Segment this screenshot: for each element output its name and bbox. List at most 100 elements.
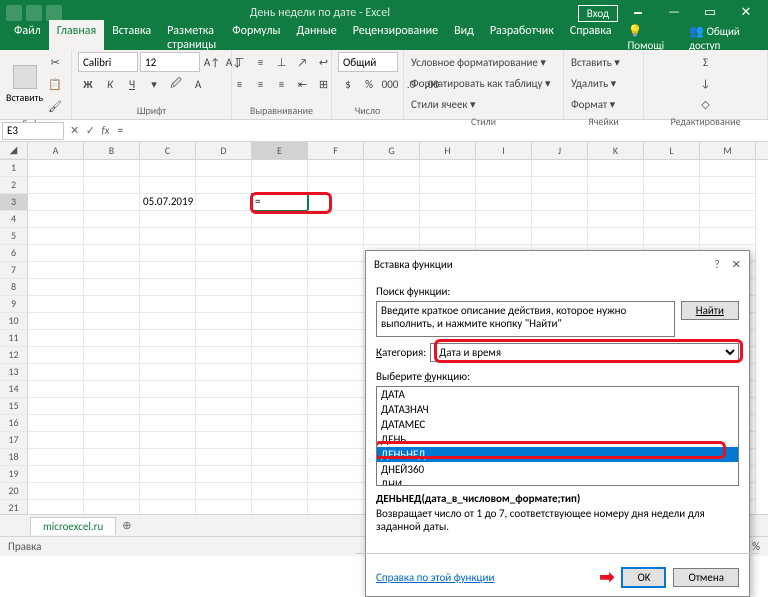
cell-C19[interactable] xyxy=(140,466,196,483)
cell-G2[interactable] xyxy=(364,177,420,194)
row-header-13[interactable]: 13 xyxy=(0,364,28,381)
cell-D12[interactable] xyxy=(196,347,252,364)
cell-L2[interactable] xyxy=(644,177,700,194)
align-left-icon[interactable]: ≡ xyxy=(230,74,250,94)
cell-M2[interactable] xyxy=(700,177,756,194)
row-header-21[interactable]: 21 xyxy=(0,500,28,514)
row-header-4[interactable]: 4 xyxy=(0,211,28,228)
cell-C1[interactable] xyxy=(140,160,196,177)
row-header-3[interactable]: 3 xyxy=(0,194,28,211)
font-btn-1[interactable]: К xyxy=(100,74,120,94)
cell-I5[interactable] xyxy=(476,228,532,245)
align-bottom-icon[interactable]: ⊥ xyxy=(272,52,292,72)
cell-M5[interactable] xyxy=(700,228,756,245)
cell-K5[interactable] xyxy=(588,228,644,245)
cell-F7[interactable] xyxy=(308,262,364,279)
currency-icon[interactable]: $ xyxy=(338,74,358,94)
col-header-D[interactable]: D xyxy=(196,142,252,159)
dialog-help-icon[interactable]: ? xyxy=(715,258,720,271)
formula-input[interactable]: = xyxy=(114,124,768,137)
cell-F19[interactable] xyxy=(308,466,364,483)
font-btn-4[interactable]: 🖉 xyxy=(166,74,186,94)
cell-B11[interactable] xyxy=(84,330,140,347)
cell-K1[interactable] xyxy=(588,160,644,177)
cut-icon[interactable]: ✂ xyxy=(45,52,65,72)
cell-E2[interactable] xyxy=(252,177,308,194)
name-box[interactable]: E3 xyxy=(2,122,64,140)
cell-B18[interactable] xyxy=(84,449,140,466)
cell-F10[interactable] xyxy=(308,313,364,330)
fn-item-ДЕНЬ[interactable]: ДЕНЬ xyxy=(377,432,738,447)
cell-I3[interactable] xyxy=(476,194,532,211)
cell-B16[interactable] xyxy=(84,415,140,432)
cell-E14[interactable] xyxy=(252,381,308,398)
cell-B6[interactable] xyxy=(84,245,140,262)
cell-A6[interactable] xyxy=(28,245,84,262)
cell-A15[interactable] xyxy=(28,398,84,415)
clear-icon[interactable]: ◇ xyxy=(696,94,716,114)
cell-F4[interactable] xyxy=(308,211,364,228)
cell-E8[interactable] xyxy=(252,279,308,296)
cell-A14[interactable] xyxy=(28,381,84,398)
row-header-10[interactable]: 10 xyxy=(0,313,28,330)
format-table-button[interactable]: Форматировать как таблицу ▾ xyxy=(410,73,552,93)
cell-F16[interactable] xyxy=(308,415,364,432)
search-function-input[interactable]: Введите краткое описание действия, котор… xyxy=(376,301,675,337)
cell-D9[interactable] xyxy=(196,296,252,313)
cell-C13[interactable] xyxy=(140,364,196,381)
cell-A12[interactable] xyxy=(28,347,84,364)
format-painter-icon[interactable]: 🖌 xyxy=(45,96,65,116)
cell-A10[interactable] xyxy=(28,313,84,330)
font-name-select[interactable]: Calibri xyxy=(78,52,138,72)
ok-button[interactable]: OK xyxy=(622,568,665,587)
delete-cells-button[interactable]: Удалить ▾ xyxy=(570,73,617,93)
cell-B17[interactable] xyxy=(84,432,140,449)
cell-L3[interactable] xyxy=(644,194,700,211)
cell-J4[interactable] xyxy=(532,211,588,228)
cell-D21[interactable] xyxy=(196,500,252,514)
cell-E19[interactable] xyxy=(252,466,308,483)
cell-C3[interactable]: 05.07.2019 xyxy=(140,194,196,211)
row-header-20[interactable]: 20 xyxy=(0,483,28,500)
cell-I2[interactable] xyxy=(476,177,532,194)
cell-C11[interactable] xyxy=(140,330,196,347)
cell-C20[interactable] xyxy=(140,483,196,500)
cell-C12[interactable] xyxy=(140,347,196,364)
cell-I4[interactable] xyxy=(476,211,532,228)
cell-F17[interactable] xyxy=(308,432,364,449)
cell-E3[interactable]: = xyxy=(252,194,308,211)
comma-icon[interactable]: 000 xyxy=(380,74,400,94)
merge-icon[interactable]: ⊞ xyxy=(314,74,334,94)
row-header-19[interactable]: 19 xyxy=(0,466,28,483)
cell-J1[interactable] xyxy=(532,160,588,177)
cell-J5[interactable] xyxy=(532,228,588,245)
row-header-8[interactable]: 8 xyxy=(0,279,28,296)
cell-H5[interactable] xyxy=(420,228,476,245)
align-right-icon[interactable]: ≡ xyxy=(272,74,292,94)
cell-M4[interactable] xyxy=(700,211,756,228)
fill-icon[interactable]: ↓ xyxy=(696,73,716,93)
align-center-icon[interactable]: ≡ xyxy=(251,74,271,94)
cell-F15[interactable] xyxy=(308,398,364,415)
cell-E13[interactable] xyxy=(252,364,308,381)
cell-E10[interactable] xyxy=(252,313,308,330)
cell-L1[interactable] xyxy=(644,160,700,177)
cell-A21[interactable] xyxy=(28,500,84,514)
cell-B2[interactable] xyxy=(84,177,140,194)
row-header-16[interactable]: 16 xyxy=(0,415,28,432)
cell-C7[interactable] xyxy=(140,262,196,279)
login-button[interactable]: Вход xyxy=(578,5,618,22)
find-button[interactable]: Найти xyxy=(681,301,739,320)
cell-H2[interactable] xyxy=(420,177,476,194)
row-header-7[interactable]: 7 xyxy=(0,262,28,279)
row-header-18[interactable]: 18 xyxy=(0,449,28,466)
cell-D19[interactable] xyxy=(196,466,252,483)
cell-E15[interactable] xyxy=(252,398,308,415)
new-sheet-icon[interactable]: ⊕ xyxy=(116,519,137,532)
cell-G1[interactable] xyxy=(364,160,420,177)
dialog-titlebar[interactable]: Вставка функции ? ✕ xyxy=(366,251,749,277)
cell-E18[interactable] xyxy=(252,449,308,466)
cell-E21[interactable] xyxy=(252,500,308,514)
col-header-F[interactable]: F xyxy=(308,142,364,159)
row-header-17[interactable]: 17 xyxy=(0,432,28,449)
